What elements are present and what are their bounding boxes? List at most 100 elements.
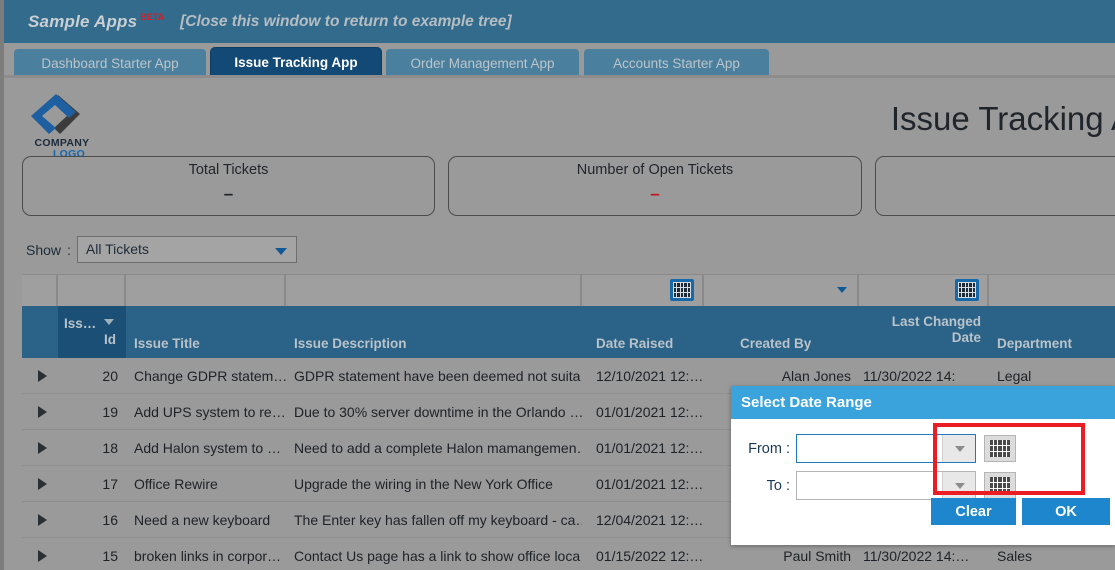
tab-issue-tracking-app[interactable]: Issue Tracking App (211, 48, 381, 78)
filter-cell-department[interactable] (989, 275, 1115, 306)
grid-filter-row (22, 274, 1115, 306)
header-date-raised[interactable]: Date Raised (582, 306, 704, 358)
beta-badge: BETA (140, 11, 165, 22)
cell-issue-title: Office Rewire (134, 475, 218, 492)
cell-issue-description: The Enter key has fallen off my keyboard… (294, 511, 582, 528)
company-logo: COMPANY LOGO (26, 90, 98, 160)
close-window-note: [Close this window to return to example … (180, 12, 512, 30)
cell-created-by: Paul Smith (783, 547, 851, 564)
row-expander[interactable] (22, 369, 58, 382)
header-issue-id-line2: Id (104, 332, 116, 347)
filter-cell-last-changed-date[interactable] (859, 275, 989, 306)
cell-issue-id: 18 (102, 439, 118, 456)
kpi-card-total-tickets: Total Tickets – (22, 156, 435, 216)
row-expander[interactable] (22, 441, 58, 454)
chevron-down-icon[interactable] (942, 435, 975, 462)
cell-last-changed-date: 11/30/2022 14: (863, 367, 956, 384)
cell-issue-id: 19 (102, 403, 118, 420)
expand-arrow-icon[interactable] (38, 441, 47, 454)
kpi-card-open-tickets: Number of Open Tickets – (448, 156, 862, 216)
kpi-title: Total Tickets (188, 162, 269, 178)
filter-cell-date-raised[interactable] (582, 275, 704, 306)
show-filter-row: Show : All Tickets (26, 236, 297, 263)
expand-arrow-icon[interactable] (38, 369, 47, 382)
to-calendar-icon[interactable] (984, 472, 1016, 499)
filter-cell-expander (22, 275, 58, 306)
show-select[interactable]: All Tickets (76, 236, 297, 263)
header-issue-title[interactable]: Issue Title (126, 306, 286, 358)
calendar-icon[interactable] (955, 279, 979, 301)
filter-cell-issue-title[interactable] (126, 275, 286, 306)
cell-issue-title: Change GDPR statem… (134, 367, 286, 384)
header-issue-id-line1: Iss… (64, 316, 97, 331)
show-select-value: All Tickets (85, 241, 149, 257)
cell-issue-title: broken links in corpor… (134, 547, 282, 564)
page-title: Issue Tracking A (890, 100, 1115, 137)
header-created-by[interactable]: Created By (704, 306, 859, 358)
cell-last-changed-date: 11/30/2022 14:… (863, 547, 970, 564)
from-calendar-icon[interactable] (984, 435, 1016, 462)
header-last-changed-date[interactable]: Last Changed Date (859, 306, 989, 358)
kpi-title: N (876, 162, 1115, 178)
clear-button[interactable]: Clear (931, 498, 1016, 525)
chevron-down-icon[interactable] (942, 472, 975, 499)
kpi-title: Number of Open Tickets (576, 162, 734, 178)
app-window: Sample Apps BETA [Close this window to re… (0, 0, 1115, 570)
cell-department: Legal (997, 367, 1032, 384)
calendar-icon[interactable] (670, 279, 694, 301)
tab-dashboard-starter-app[interactable]: Dashboard Starter App (14, 49, 206, 78)
chevron-down-icon[interactable] (837, 287, 847, 293)
cell-issue-id: 16 (102, 511, 118, 528)
expand-arrow-icon[interactable] (38, 513, 47, 526)
expand-arrow-icon[interactable] (38, 405, 47, 418)
tab-accounts-starter-app[interactable]: Accounts Starter App (584, 49, 769, 78)
show-colon: : (67, 241, 71, 258)
dialog-button-row: Clear OK (931, 498, 1115, 525)
cell-issue-id: 20 (102, 367, 118, 384)
cell-date-raised: 12/10/2021 12:… (596, 367, 704, 384)
tab-order-management-app[interactable]: Order Management App (386, 49, 579, 78)
row-expander[interactable] (22, 549, 58, 562)
to-date-input[interactable] (796, 471, 976, 500)
row-expander[interactable] (22, 405, 58, 418)
row-expander[interactable] (22, 477, 58, 490)
cell-issue-id: 15 (102, 547, 118, 564)
cell-issue-title: Add Halon system to … (134, 439, 282, 456)
expand-arrow-icon[interactable] (38, 549, 47, 562)
kpi-card-row: Total Tickets – Number of Open Tickets –… (22, 156, 1115, 216)
select-date-range-dialog: Select Date Range From : To : Clear OK (731, 386, 1115, 545)
kpi-value: – (650, 184, 660, 203)
cell-date-raised: 01/01/2021 12:… (596, 403, 704, 420)
header-last-changed-line1: Last Changed (891, 314, 981, 329)
to-label: To : (766, 477, 790, 494)
kpi-card-third: N (874, 156, 1115, 216)
chevron-down-icon (274, 248, 287, 255)
cell-issue-description: Upgrade the wiring in the New York Offic… (294, 475, 553, 492)
from-date-input[interactable] (796, 434, 976, 463)
filter-cell-issue-description[interactable] (286, 275, 582, 306)
filter-cell-id[interactable] (58, 275, 126, 306)
from-field-row: From : (731, 434, 1016, 463)
filter-cell-created-by[interactable] (704, 275, 859, 306)
expand-arrow-icon[interactable] (38, 477, 47, 490)
diamond-logo-icon (28, 90, 88, 140)
header-issue-id[interactable]: Iss… Id (58, 306, 126, 358)
ok-button[interactable]: OK (1022, 498, 1110, 525)
row-expander[interactable] (22, 513, 58, 526)
header-issue-description[interactable]: Issue Description (286, 306, 582, 358)
header-department[interactable]: Department (989, 306, 1115, 358)
grid-header-row: Iss… Id Issue Title Issue Description Da… (22, 306, 1115, 358)
cell-issue-description: Due to 30% server downtime in the Orland… (294, 403, 582, 420)
tab-strip: Dashboard Starter App Issue Tracking App… (0, 43, 1115, 78)
cell-department: Sales (997, 547, 1033, 564)
cell-issue-title: Add UPS system to re… (134, 403, 286, 420)
cell-date-raised: 01/01/2021 12:… (596, 475, 704, 492)
show-label: Show (26, 241, 62, 258)
to-field-row: To : (731, 471, 1016, 500)
sort-descending-icon (104, 319, 114, 325)
cell-issue-description: GDPR statement have been deemed not suit… (294, 367, 582, 384)
title-bar: Sample Apps BETA [Close this window to re… (0, 0, 1115, 43)
cell-created-by: Alan Jones (781, 367, 851, 384)
app-name-label: Sample Apps BETA (28, 11, 165, 31)
header-expander (22, 306, 58, 358)
